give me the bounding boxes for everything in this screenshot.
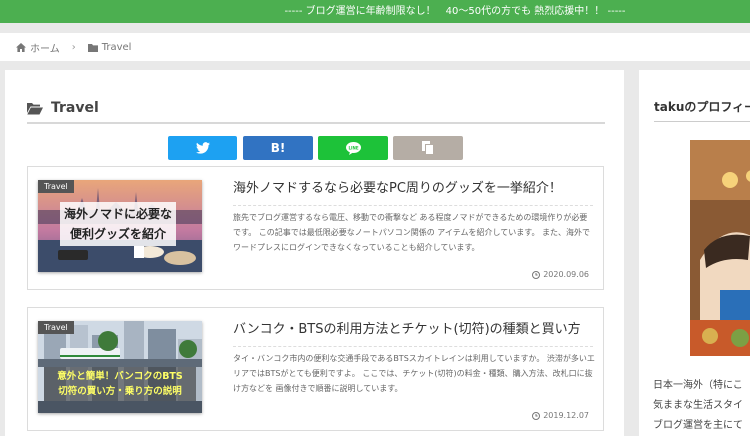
profile-widget-title: takuのプロフィール <box>654 98 750 122</box>
post-excerpt: 旅先でブログ運営するなら電圧、移動での衝撃など ある程度ノマドができるための環境… <box>233 213 590 252</box>
post-date: 2020.09.06 <box>532 270 589 279</box>
announcement-text: ----- ブログ運営に年齢制限なし！ 40〜50代の方でも 熱烈応援中！！ -… <box>284 6 626 17</box>
clock-icon <box>532 270 541 279</box>
post-card[interactable]: Travel 意外と簡単！バンコクのBTS 切符の買い方・乗り方の説明 バンコク… <box>27 307 604 431</box>
archive-heading: Travel <box>27 98 605 124</box>
folder-icon <box>87 43 98 52</box>
profile-image <box>690 140 750 356</box>
category-badge: Travel <box>38 321 74 334</box>
clock-icon <box>532 411 541 420</box>
breadcrumb-current: Travel <box>101 42 132 53</box>
hatena-label: B! <box>270 141 286 155</box>
category-badge: Travel <box>38 180 74 193</box>
line-share-button[interactable]: LINE <box>318 136 388 160</box>
post-thumbnail[interactable]: Travel 意外と簡単！バンコクのBTS 切符の買い方・乗り方の説明 <box>38 321 202 413</box>
home-icon <box>16 43 26 52</box>
breadcrumb-home-link[interactable]: ホーム <box>30 40 60 55</box>
profile-text-line: 気ままな生活スタイ <box>653 400 743 411</box>
post-excerpt: タイ・バンコク市内の便利な交通手段であるBTSスカイトレインは利用していますか。… <box>233 354 595 393</box>
thumbnail-caption-line: 切符の買い方・乗り方の説明 <box>58 386 182 397</box>
twitter-share-button[interactable] <box>168 136 237 160</box>
thumbnail-caption-line: 便利グッズを紹介 <box>69 227 166 241</box>
breadcrumb-chevron-icon: › <box>71 42 76 53</box>
folder-open-icon <box>27 103 43 115</box>
copy-link-button[interactable] <box>393 136 463 160</box>
announcement-bar: ----- ブログ運営に年齢制限なし！ 40〜50代の方でも 熱烈応援中！！ -… <box>0 0 750 23</box>
post-date-text: 2019.12.07 <box>543 411 589 420</box>
post-card[interactable]: Travel 海外ノマドに必要な 便利グッズを紹介 海外ノマドするなら必要なPC… <box>27 166 604 290</box>
thumbnail-caption: 意外と簡単！バンコクのBTS 切符の買い方・乗り方の説明 <box>44 367 196 401</box>
line-icon: LINE <box>345 141 361 155</box>
thumbnail-caption: 海外ノマドに必要な 便利グッズを紹介 <box>60 202 176 246</box>
thumbnail-caption-line: 意外と簡単！バンコクのBTS <box>57 371 183 382</box>
copy-icon <box>422 141 434 155</box>
breadcrumb: ホーム › Travel <box>16 40 131 55</box>
post-title-link[interactable]: バンコク・BTSの利用方法とチケット(切符)の種類と買い方 <box>233 320 593 347</box>
archive-title: Travel <box>51 100 99 116</box>
post-date: 2019.12.07 <box>532 411 589 420</box>
profile-description: 日本一海外（特にこ 気ままな生活スタイ ブログ運営を主にて <box>653 376 750 436</box>
twitter-icon <box>195 142 210 154</box>
breadcrumb-bar: ホーム › Travel <box>0 33 750 61</box>
post-title-link[interactable]: 海外ノマドするなら必要なPC周りのグッズを一挙紹介！ <box>233 179 593 206</box>
post-thumbnail[interactable]: Travel 海外ノマドに必要な 便利グッズを紹介 <box>38 180 202 272</box>
profile-text-line: 日本一海外（特にこ <box>653 380 743 391</box>
profile-illustration <box>690 140 750 356</box>
post-date-text: 2020.09.06 <box>543 270 589 279</box>
svg-text:LINE: LINE <box>348 145 358 150</box>
sidebar: takuのプロフィール 日本一海外（特にこ 気ままな生活スタイ ブログ運営を主に… <box>639 70 750 436</box>
thumbnail-caption-line: 海外ノマドに必要な <box>63 207 172 221</box>
profile-text-line: ブログ運営を主にて <box>653 420 743 431</box>
main-content: Travel B! LINE Travel 海外ノマドに必要な 便利グッズを紹介… <box>5 70 624 436</box>
hatena-bookmark-button[interactable]: B! <box>243 136 313 160</box>
